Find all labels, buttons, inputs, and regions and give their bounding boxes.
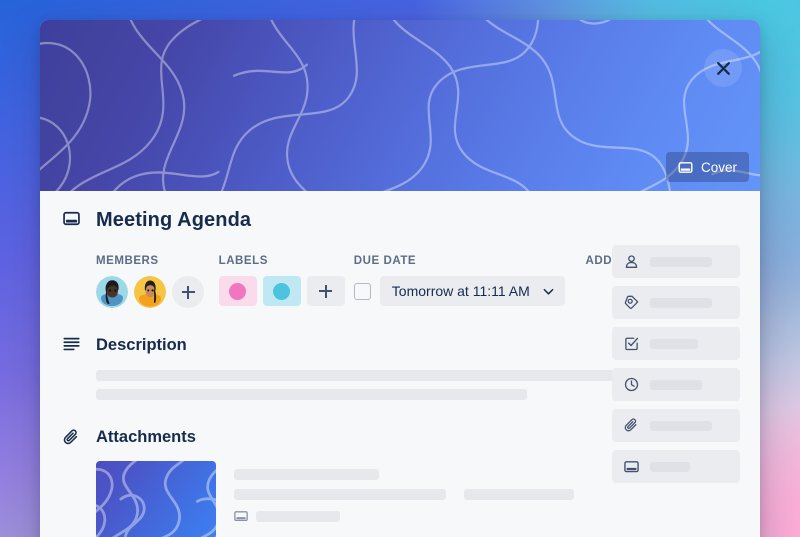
add-member-button[interactable] (172, 276, 204, 308)
add-to-card-list (612, 245, 740, 483)
due-date-checkbox[interactable] (353, 282, 371, 300)
paperclip-icon (60, 426, 82, 446)
attachment-ghost-meta (464, 489, 574, 500)
cover-icon (234, 509, 248, 523)
cover-pattern (40, 20, 760, 191)
add-to-card-dates[interactable] (612, 368, 740, 401)
add-to-card-labels[interactable] (612, 286, 740, 319)
members-label: MEMBERS (96, 255, 159, 267)
page-title: Meeting Agenda (96, 209, 252, 231)
plus-icon (319, 284, 333, 298)
label-dot-pink (229, 282, 247, 300)
due-date-value: Tomorrow at 11:11 AM (391, 283, 530, 299)
cover-button[interactable]: Cover (665, 152, 749, 182)
card-icon (60, 207, 82, 227)
add-to-card-cover-ghost (650, 461, 690, 472)
plus-icon (181, 285, 195, 299)
cover-button-label: Cover (700, 159, 737, 175)
close-icon (716, 61, 730, 75)
add-to-card-members[interactable] (612, 245, 740, 278)
add-to-card-checklist[interactable] (612, 327, 740, 360)
checklist-icon (623, 336, 639, 351)
description-lines-icon (60, 334, 82, 351)
description-ghost-line (96, 389, 528, 400)
card-title-row: Meeting Agenda (60, 207, 740, 233)
add-to-card-attachment-ghost (650, 420, 712, 431)
attachment-thumbnail[interactable] (96, 461, 216, 537)
label-dot-blue (273, 282, 291, 300)
due-date-section: DUE DATE Tomorrow at 11:11 AM (353, 255, 586, 308)
label-chip-blue[interactable] (262, 276, 301, 306)
cover-icon (623, 459, 639, 474)
add-to-card-labels-ghost (650, 297, 712, 308)
label-chip-pink[interactable] (218, 276, 257, 306)
labels-section: LABELS (218, 255, 354, 308)
cover-icon (678, 160, 693, 175)
add-to-card-checklist-ghost (650, 338, 698, 349)
card-cover: Cover (40, 20, 760, 191)
chevron-down-icon (542, 285, 555, 298)
add-label-button[interactable] (306, 276, 345, 306)
close-button[interactable] (704, 49, 742, 87)
add-to-card-dates-ghost (650, 379, 702, 390)
add-to-card-attachment[interactable] (612, 409, 740, 442)
due-date-label: DUE DATE (353, 255, 417, 267)
attachment-ghost-meta (234, 489, 446, 500)
member-avatar-1[interactable] (96, 276, 128, 308)
tag-icon (623, 295, 639, 310)
labels-label: LABELS (218, 255, 268, 267)
member-avatar-2[interactable] (134, 276, 166, 308)
add-to-card-members-ghost (650, 256, 712, 267)
clock-icon (623, 377, 639, 392)
card-detail-modal: Cover Meeting Agenda MEMBERS LABELS DUE … (40, 20, 760, 537)
description-title: Description (96, 336, 187, 354)
members-section: MEMBERS (96, 255, 219, 308)
person-icon (623, 254, 639, 269)
due-date-value-button[interactable]: Tomorrow at 11:11 AM (379, 276, 565, 306)
attachment-ghost-footer (256, 510, 340, 522)
card-body: Meeting Agenda MEMBERS LABELS DUE DATE T… (40, 191, 760, 537)
add-to-card-cover[interactable] (612, 450, 740, 483)
paperclip-icon (623, 418, 639, 433)
attachment-thumbnail-pattern (96, 461, 216, 537)
attachment-ghost-title (234, 469, 379, 480)
attachments-title: Attachments (96, 428, 196, 446)
